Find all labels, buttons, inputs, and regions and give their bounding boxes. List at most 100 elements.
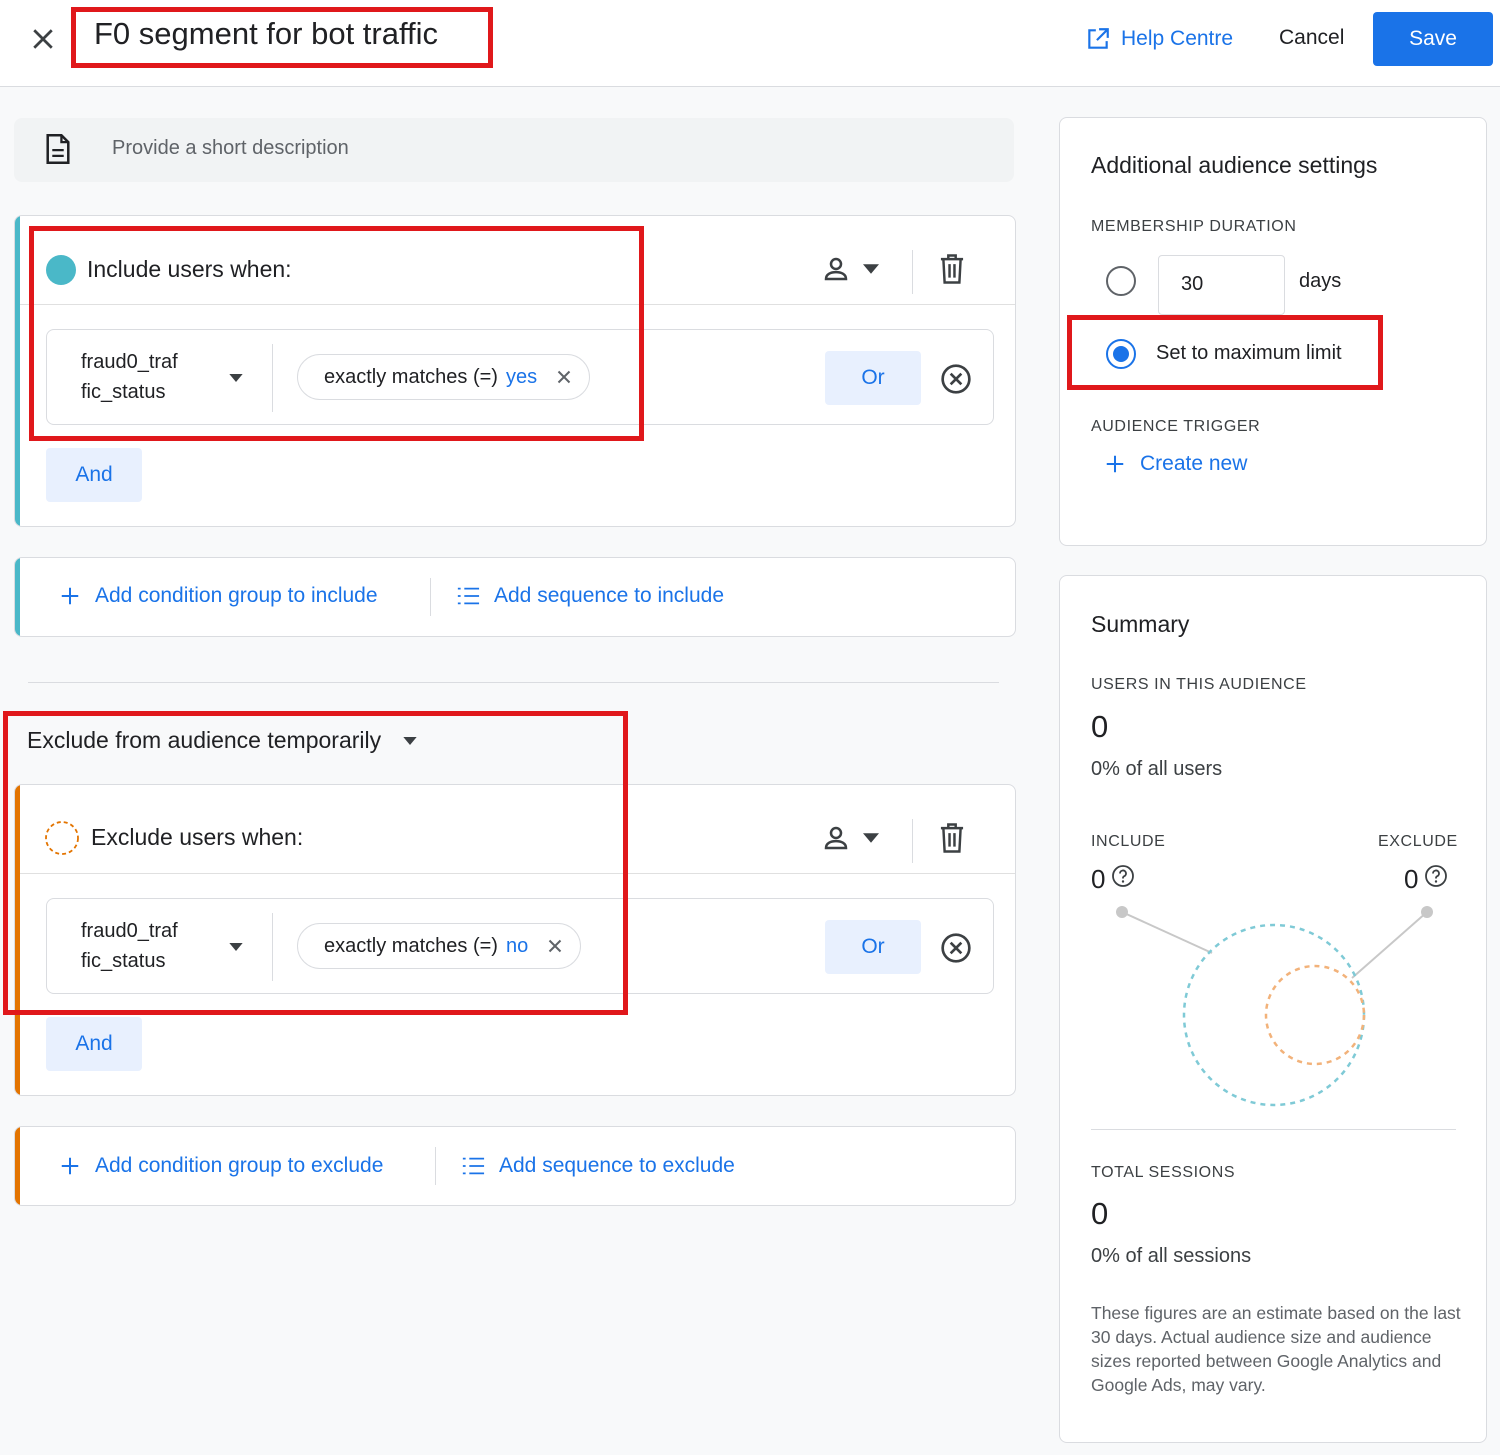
or-button[interactable]: Or — [825, 920, 921, 974]
add-sequence-exclude[interactable]: Add sequence to exclude — [461, 1154, 735, 1178]
dimension-name-line2: fic_status — [81, 381, 166, 403]
summary-divider — [1091, 1129, 1456, 1130]
exclude-anchor-dot — [1421, 906, 1433, 918]
remove-value-icon[interactable] — [553, 366, 575, 388]
condition-row: fraud0_traf fic_status exactly matches (… — [46, 898, 994, 994]
create-new-trigger[interactable]: Create new — [1104, 452, 1247, 476]
exclude-value: 0 — [1404, 864, 1419, 894]
and-button[interactable]: And — [46, 1017, 142, 1071]
estimate-note: These figures are an estimate based on t… — [1091, 1303, 1461, 1395]
add-group-include-label: Add condition group to include — [95, 584, 378, 607]
remove-condition-icon[interactable] — [940, 363, 972, 395]
remove-condition-icon[interactable] — [940, 932, 972, 964]
dimension-selector[interactable]: fraud0_traf fic_status — [81, 347, 178, 407]
condition-value: no — [505, 934, 529, 957]
caret-down-icon — [863, 833, 879, 843]
top-bar: F0 segment for bot traffic Help Centre C… — [0, 0, 1500, 87]
description-placeholder: Provide a short description — [112, 137, 349, 159]
scope-selector[interactable] — [821, 823, 879, 853]
header-divider — [912, 819, 913, 863]
header-separator — [20, 304, 1015, 305]
include-count: 0 — [1091, 864, 1135, 895]
close-icon[interactable] — [28, 24, 58, 54]
sequence-list-icon — [457, 587, 480, 605]
radio-dot — [1113, 346, 1129, 362]
add-group-exclude-label: Add condition group to exclude — [95, 1154, 384, 1177]
exclude-circle — [1264, 964, 1366, 1066]
sessions-value: 0 — [1091, 1196, 1109, 1231]
plus-icon — [1106, 455, 1124, 473]
person-icon — [824, 257, 848, 281]
days-input[interactable]: 30 — [1158, 255, 1285, 315]
condition-divider — [272, 913, 273, 981]
add-sequence-include[interactable]: Add sequence to include — [456, 584, 724, 608]
exclude-dashed-circle-icon — [45, 821, 79, 855]
cancel-button[interactable]: Cancel — [1279, 26, 1344, 50]
max-limit-radio[interactable] — [1106, 339, 1136, 369]
exclude-mode-dropdown[interactable]: Exclude from audience temporarily — [27, 727, 417, 754]
help-circle-icon[interactable] — [1111, 864, 1135, 888]
dimension-name-line1: fraud0_traf — [81, 351, 178, 373]
exclude-color-bar — [15, 785, 20, 1095]
sequence-list-icon — [462, 1157, 485, 1175]
condition-chip[interactable]: exactly matches (=) yes — [297, 354, 591, 400]
max-limit-label[interactable]: Set to maximum limit — [1156, 342, 1342, 365]
add-sequence-exclude-label: Add sequence to exclude — [499, 1154, 735, 1177]
include-condition-group: Include users when: fraud0_traf fic_stat… — [14, 215, 1016, 527]
help-circle-icon[interactable] — [1424, 864, 1448, 888]
person-icon — [824, 826, 848, 850]
operator-label: exactly matches (=) — [324, 934, 498, 957]
or-button[interactable]: Or — [825, 351, 921, 405]
document-icon — [46, 134, 70, 164]
users-label: USERS IN THIS AUDIENCE — [1091, 676, 1307, 693]
include-actions-bar — [15, 558, 20, 636]
add-condition-group-include[interactable]: Add condition group to include — [59, 584, 378, 608]
include-anchor-dot — [1116, 906, 1128, 918]
dimension-caret-icon[interactable] — [229, 943, 243, 951]
delete-icon[interactable] — [937, 253, 967, 285]
condition-row: fraud0_traf fic_status exactly matches (… — [46, 329, 994, 425]
plus-icon — [61, 1157, 79, 1175]
summary-title: Summary — [1091, 611, 1190, 637]
exclude-connector — [1351, 911, 1428, 979]
caret-down-icon — [403, 736, 417, 745]
exclude-mode-label: Exclude from audience temporarily — [27, 727, 382, 753]
and-button[interactable]: And — [46, 448, 142, 502]
settings-title: Additional audience settings — [1091, 152, 1378, 178]
audience-settings-panel: Additional audience settings MEMBERSHIP … — [1059, 117, 1487, 546]
help-centre-link[interactable]: Help Centre — [1085, 26, 1233, 52]
segment-title[interactable]: F0 segment for bot traffic — [94, 16, 438, 52]
include-label: INCLUDE — [1091, 833, 1166, 850]
header-divider — [912, 250, 913, 294]
users-percent: 0% of all users — [1091, 758, 1223, 780]
sessions-label: TOTAL SESSIONS — [1091, 1164, 1236, 1181]
actions-divider — [435, 1147, 436, 1185]
remove-value-icon[interactable] — [544, 935, 566, 957]
include-value: 0 — [1091, 864, 1106, 894]
include-circle — [1182, 923, 1366, 1107]
delete-icon[interactable] — [937, 822, 967, 854]
condition-chip[interactable]: exactly matches (=) no — [297, 923, 582, 969]
operator-label: exactly matches (=) — [324, 365, 498, 388]
condition-value: yes — [505, 365, 538, 388]
dimension-caret-icon[interactable] — [229, 374, 243, 382]
dimension-selector[interactable]: fraud0_traf fic_status — [81, 916, 178, 976]
plus-icon — [61, 587, 79, 605]
exclude-actions: Add condition group to exclude Add seque… — [14, 1126, 1016, 1206]
scope-selector[interactable] — [821, 254, 879, 284]
save-button[interactable]: Save — [1373, 12, 1493, 66]
help-centre-label: Help Centre — [1121, 27, 1234, 50]
exclude-label: EXCLUDE — [1378, 833, 1458, 850]
actions-divider — [430, 578, 431, 616]
add-condition-group-exclude[interactable]: Add condition group to exclude — [59, 1154, 383, 1178]
include-dot-icon — [46, 255, 76, 285]
include-actions: Add condition group to include Add seque… — [14, 557, 1016, 637]
section-divider — [28, 682, 999, 683]
membership-duration-label: MEMBERSHIP DURATION — [1091, 218, 1297, 235]
audience-trigger-label: AUDIENCE TRIGGER — [1091, 418, 1261, 435]
days-radio[interactable] — [1106, 266, 1136, 296]
create-new-label: Create new — [1140, 452, 1248, 475]
days-unit-label: days — [1299, 270, 1342, 292]
include-connector — [1121, 911, 1213, 954]
users-value: 0 — [1091, 709, 1109, 744]
